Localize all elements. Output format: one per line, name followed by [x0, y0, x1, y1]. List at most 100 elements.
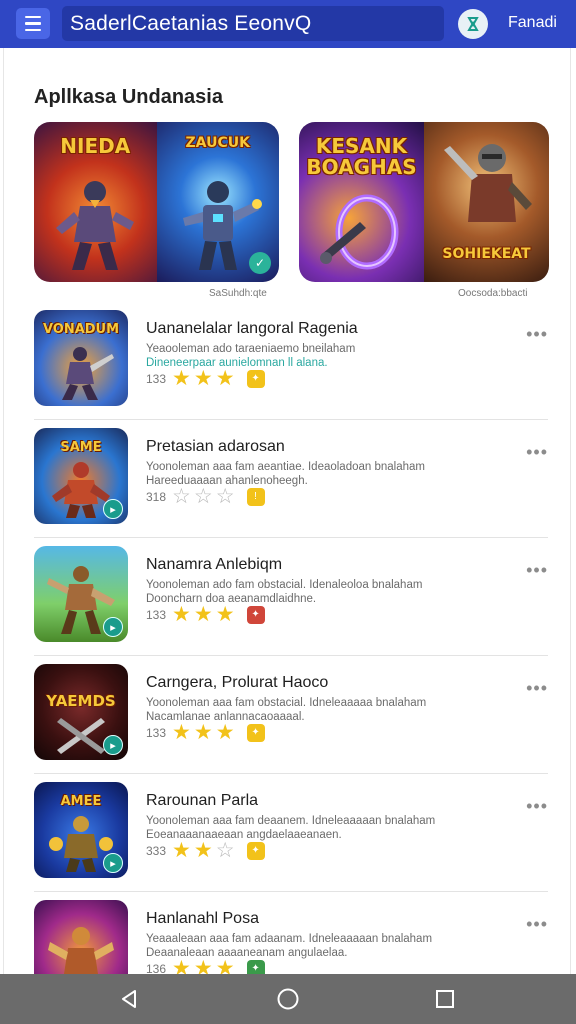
system-navigation-bar — [0, 974, 576, 1024]
star-icon: ★ — [193, 721, 213, 744]
star-icon: ★ — [172, 839, 191, 862]
rating-count: 133 — [146, 725, 167, 740]
featured-game-tile[interactable]: ZAUCUK ✓ — [156, 122, 279, 282]
download-icon[interactable]: ✓ — [249, 252, 271, 274]
app-description-line: Yoonoleman ado fam obstacial. Idenaleolo… — [146, 579, 423, 591]
search-input[interactable]: SaderlCaetanias EeonvQ — [62, 6, 444, 41]
app-list-item[interactable]: YAEMDS ▸ Carngera, Prolurat Haoco Yoonol… — [34, 656, 548, 774]
app-icon-title: VONADUM — [42, 322, 120, 337]
game-title-art: NIEDA — [60, 134, 131, 158]
app-title[interactable]: Uananelalar langoral Ragenia — [146, 320, 358, 338]
game-title-art: SOHIEKEAT — [442, 246, 531, 263]
swords-icon — [57, 718, 105, 754]
play-badge-icon: ▸ — [103, 499, 123, 519]
recents-square-icon — [436, 990, 454, 1008]
home-button[interactable] — [273, 984, 303, 1014]
more-options-icon[interactable]: ••• — [526, 442, 548, 463]
magic-ring-icon — [319, 194, 398, 270]
app-icon[interactable]: ▸ — [34, 546, 128, 642]
badge-icon — [467, 17, 479, 31]
star-icon: ★ — [172, 721, 191, 744]
app-list-item[interactable]: SAME ▸ Pretasian adarosan Yoonoleman aaa… — [34, 420, 548, 538]
star-rating: ★ ★ ☆ — [172, 840, 234, 861]
featured-banner[interactable]: KESANK BOAGHAS SOHIEKEAT — [299, 122, 549, 282]
award-badge-icon: ✦ — [246, 605, 265, 624]
star-icon: ★ — [172, 367, 191, 390]
app-icon[interactable]: YAEMDS ▸ — [34, 664, 128, 760]
home-circle-icon — [277, 988, 299, 1010]
more-options-icon[interactable]: ••• — [526, 796, 548, 817]
star-icon: ★ — [193, 839, 213, 862]
featured-game-tile[interactable]: SOHIEKEAT — [424, 122, 549, 282]
star-icon: ☆ — [215, 839, 235, 862]
menu-icon-line — [25, 15, 41, 19]
app-meta: 333 ★ ★ ☆ ✦ — [146, 840, 265, 861]
star-rating: ☆ ☆ ☆ — [172, 486, 234, 507]
app-title[interactable]: Pretasian adarosan — [146, 438, 285, 456]
app-description-line: Yeaooleman ado taraeniaemo bneilaham — [146, 343, 356, 355]
featured-game-tile[interactable]: KESANK BOAGHAS — [299, 122, 424, 282]
star-icon: ★ — [193, 367, 213, 390]
back-button[interactable] — [114, 984, 144, 1014]
app-icon-title: YAEMDS — [46, 692, 116, 710]
game-title-art: KESANK BOAGHAS — [306, 134, 417, 179]
star-icon: ★ — [172, 603, 191, 626]
app-list-item[interactable]: ▸ Nanamra Anlebiqm Yoonoleman ado fam ob… — [34, 538, 548, 656]
app-icon-title: AMEE — [60, 794, 102, 809]
warrior-figure-icon — [62, 347, 114, 400]
recents-button[interactable] — [430, 984, 460, 1014]
award-badge-icon: ✦ — [246, 841, 265, 860]
more-options-icon[interactable]: ••• — [526, 914, 548, 935]
rating-count: 133 — [146, 607, 167, 622]
app-meta: 318 ☆ ☆ ☆ ! — [146, 486, 265, 507]
top-app-bar: SaderlCaetanias EeonvQ Fanadi — [0, 0, 576, 48]
featured-game-tile[interactable]: NIEDA — [34, 122, 157, 282]
app-title[interactable]: Nanamra Anlebiqm — [146, 556, 282, 574]
rating-count: 133 — [146, 371, 167, 386]
profile-badge-button[interactable] — [458, 9, 488, 39]
app-description-line: Yoonoleman aaa fam deaanem. Idneleaaaaan… — [146, 815, 436, 827]
search-text: SaderlCaetanias EeonvQ — [70, 11, 312, 35]
star-icon: ☆ — [172, 485, 191, 508]
star-icon: ★ — [193, 603, 213, 626]
rating-count: 333 — [146, 843, 167, 858]
play-badge-icon: ▸ — [103, 853, 123, 873]
rating-count: 318 — [146, 489, 167, 504]
app-icon[interactable]: VONADUM — [34, 310, 128, 406]
warrior-figure-icon — [56, 181, 135, 270]
banner-caption: SaSuhdh:qte — [209, 288, 267, 299]
main-content: Apllkasa Undanasia NIEDA ZAUCUK ✓ KESANK… — [3, 48, 571, 996]
star-icon: ★ — [215, 603, 235, 626]
app-list-item[interactable]: AMEE ▸ Rarounan Parla Yoonoleman aaa fam… — [34, 774, 548, 892]
app-meta: 133 ★ ★ ★ ✦ — [146, 368, 265, 389]
app-icon[interactable]: AMEE ▸ — [34, 782, 128, 878]
play-badge-icon: ▸ — [103, 735, 123, 755]
account-label[interactable]: Fanadi — [508, 14, 557, 32]
star-rating: ★ ★ ★ — [172, 368, 234, 389]
app-title[interactable]: Rarounan Parla — [146, 792, 258, 810]
app-description-line: Yeaaaleaan aaa fam adaanam. Idneleaaaaan… — [146, 933, 433, 945]
app-title[interactable]: Carngera, Prolurat Haoco — [146, 674, 328, 692]
featured-banner[interactable]: NIEDA ZAUCUK ✓ — [34, 122, 279, 282]
banner-caption: Oocsoda:bbacti — [458, 288, 528, 299]
more-options-icon[interactable]: ••• — [526, 560, 548, 581]
app-title[interactable]: Hanlanahl Posa — [146, 910, 259, 928]
app-icon-title: SAME — [60, 440, 102, 455]
game-title-art: ZAUCUK — [185, 135, 250, 151]
app-icon[interactable]: SAME ▸ — [34, 428, 128, 524]
star-rating: ★ ★ ★ — [172, 722, 234, 743]
back-triangle-icon — [122, 990, 136, 1008]
star-icon: ★ — [215, 367, 235, 390]
play-badge-icon: ▸ — [103, 617, 123, 637]
award-badge-icon: ✦ — [246, 369, 265, 388]
star-rating: ★ ★ ★ — [172, 604, 234, 625]
more-options-icon[interactable]: ••• — [526, 678, 548, 699]
award-badge-icon: ✦ — [246, 723, 265, 742]
app-meta: 133 ★ ★ ★ ✦ — [146, 722, 265, 743]
more-options-icon[interactable]: ••• — [526, 324, 548, 345]
app-meta: 133 ★ ★ ★ ✦ — [146, 604, 265, 625]
star-icon: ☆ — [215, 485, 235, 508]
app-description-line: Yoonoleman aaa fam obstacial. Idneleaaaa… — [146, 697, 427, 709]
app-list-item[interactable]: VONADUM Uananelalar langoral Ragenia Yea… — [34, 302, 548, 420]
menu-button[interactable] — [16, 8, 50, 39]
